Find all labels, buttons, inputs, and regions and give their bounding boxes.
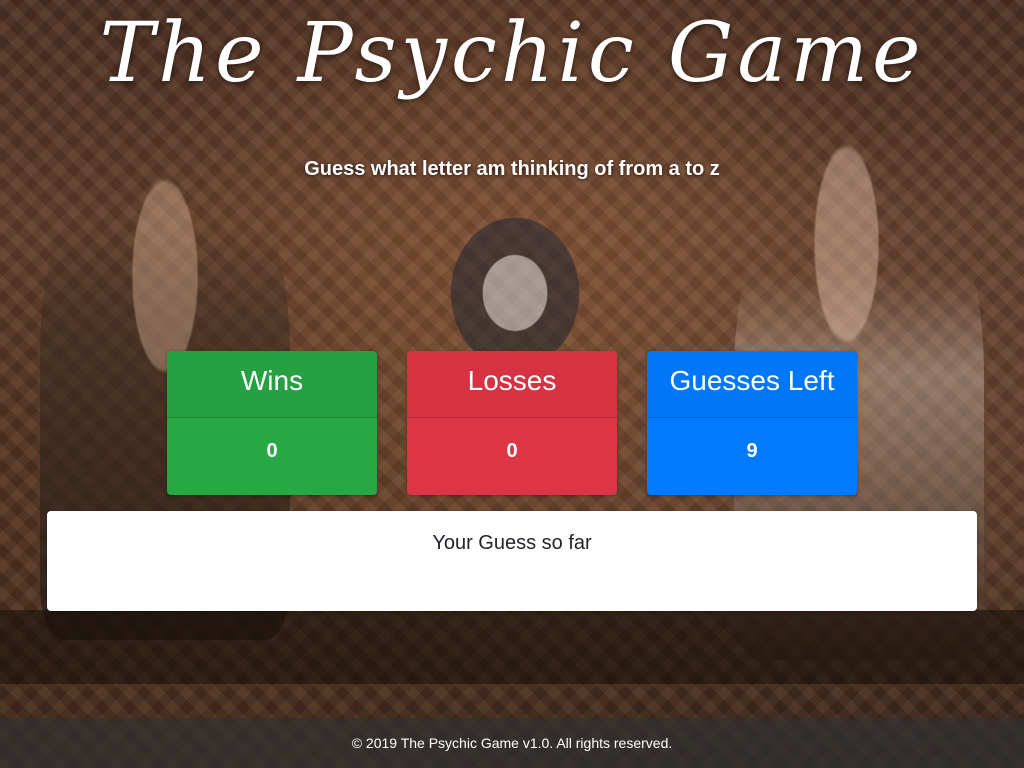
page-title: The Psychic Game xyxy=(99,6,925,101)
copyright-text: © 2019 The Psychic Game v1.0. All rights… xyxy=(351,735,673,751)
wins-count: 0 xyxy=(266,440,278,462)
background-dark-band xyxy=(0,610,1024,684)
guesses-so-far-title: Your Guess so far xyxy=(432,532,592,554)
guesses-so-far-panel: Your Guess so far xyxy=(47,511,977,611)
guesses-left-count: 9 xyxy=(746,440,758,462)
guesses-left-label: Guesses Left xyxy=(647,351,857,418)
page-header: The Psychic Game xyxy=(0,0,1024,106)
losses-card: Losses 0 xyxy=(407,351,617,495)
losses-count: 0 xyxy=(506,440,518,462)
background-witch-figure xyxy=(440,205,590,365)
guesses-left-card: Guesses Left 9 xyxy=(647,351,857,495)
wins-card: Wins 0 xyxy=(167,351,377,495)
page-footer: © 2019 The Psychic Game v1.0. All rights… xyxy=(0,718,1024,768)
losses-label: Losses xyxy=(407,351,617,418)
wins-label: Wins xyxy=(167,351,377,418)
game-instructions: Guess what letter am thinking of from a … xyxy=(304,158,720,180)
guessed-letters xyxy=(47,565,977,589)
scoreboard: Wins 0 Losses 0 Guesses Left 9 xyxy=(167,351,857,495)
